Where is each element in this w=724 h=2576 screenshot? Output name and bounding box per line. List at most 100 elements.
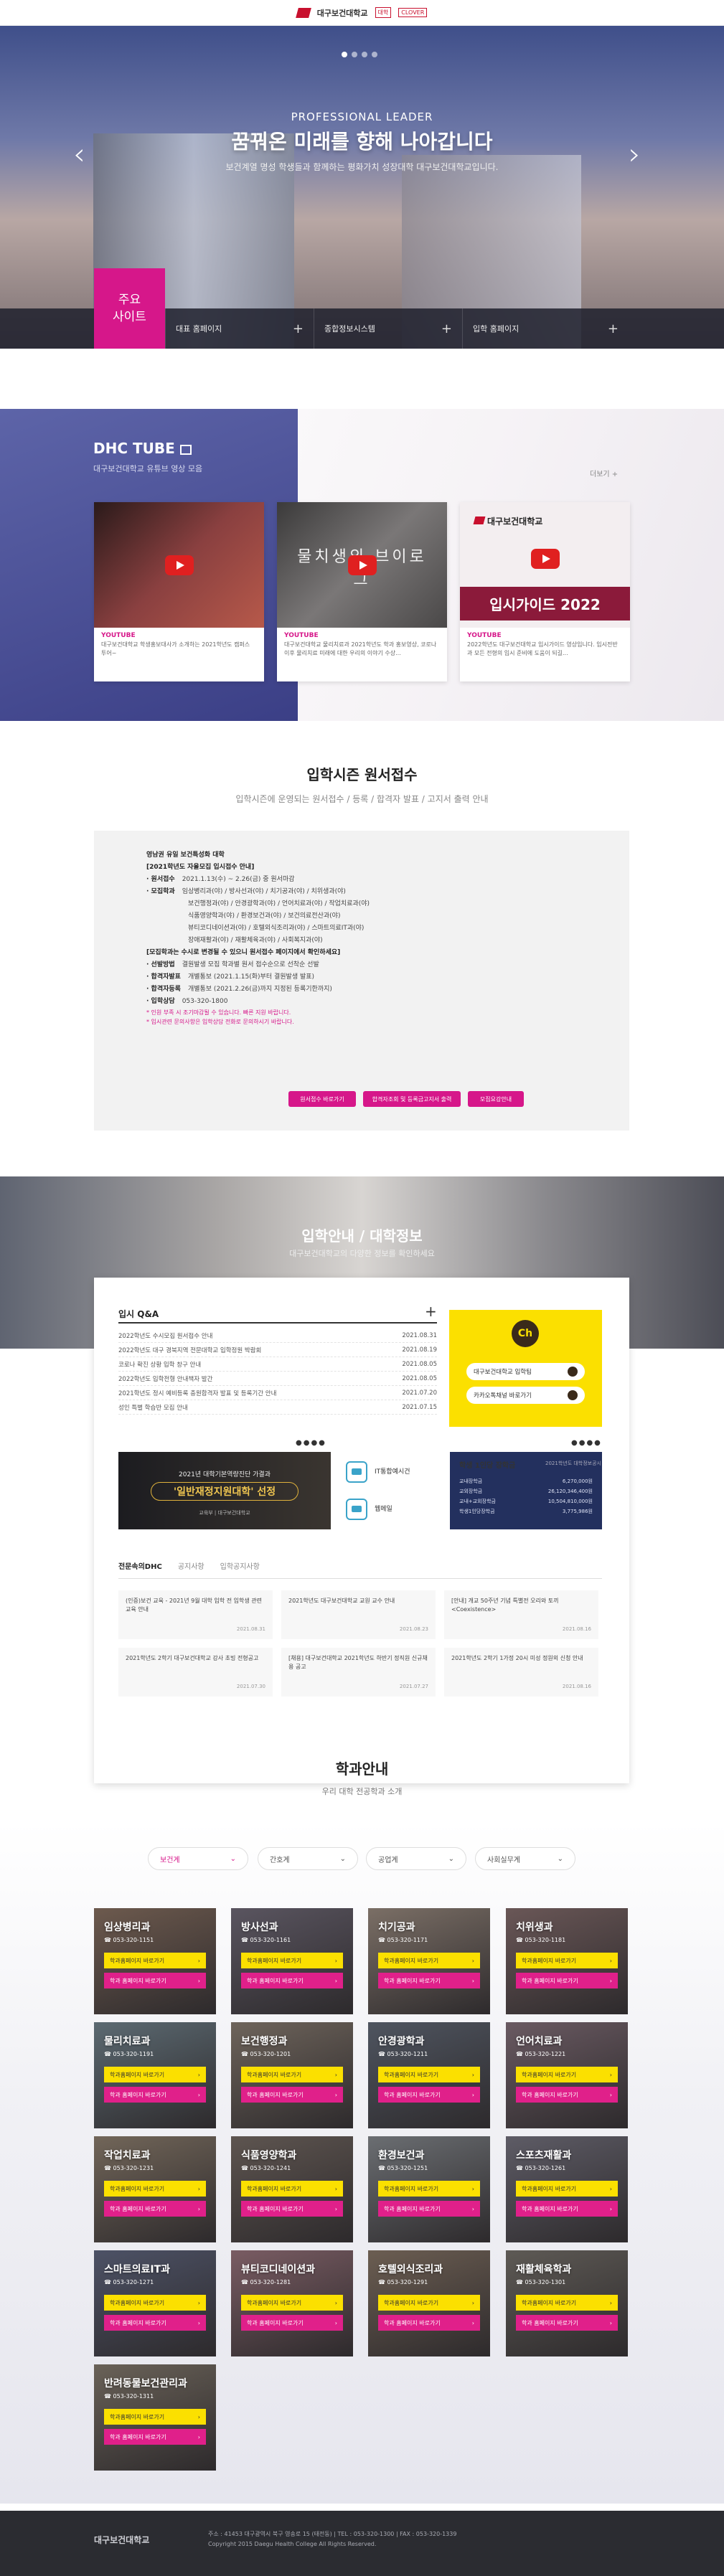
department-admission-button[interactable]: 학과 홈페이지 바로가기 › (104, 1973, 206, 1988)
department-card[interactable]: 보건행정과 ☎ 053-320-1201 학과홈페이지 바로가기 › 학과 홈페이지 바… (231, 2022, 353, 2128)
department-admission-button[interactable]: 학과 홈페이지 바로가기 › (516, 2315, 618, 2331)
banner-pagination[interactable]: ●●●● (296, 1439, 326, 1447)
quick-link-admission[interactable]: 입학 홈페이지 + (462, 308, 629, 349)
hero-pagination[interactable] (342, 52, 377, 57)
notice-card[interactable]: 2021학년도 대구보건대학교 교원 교수 안내 2021.08.23 (281, 1590, 436, 1639)
qa-item[interactable]: 2021학년도 정시 예비등록 충원합격자 발표 및 등록기간 안내 2021.0… (118, 1386, 437, 1400)
scholarship-pagination[interactable]: ●●●● (571, 1439, 602, 1447)
department-admission-button[interactable]: 학과 홈페이지 바로가기 › (104, 2201, 206, 2217)
result-button[interactable]: 합격자조회 및 등록금고지서 출력 (363, 1091, 461, 1107)
department-card[interactable]: 작업치료과 ☎ 053-320-1231 학과홈페이지 바로가기 › 학과 홈페이지 바… (94, 2136, 216, 2242)
department-card[interactable]: 환경보건과 ☎ 053-320-1251 학과홈페이지 바로가기 › 학과 홈페이지 바… (368, 2136, 490, 2242)
video-card[interactable]: 대구보건대학교 입시가이드 2022 YOUTUBE 2022학년도 대구보건대… (460, 502, 630, 681)
chevron-right-icon[interactable]: › (629, 136, 641, 171)
department-admission-button[interactable]: 학과 홈페이지 바로가기 › (241, 2087, 343, 2103)
department-card[interactable]: 스마트의료IT과 ☎ 053-320-1271 학과홈페이지 바로가기 › 학과 홈페이… (94, 2250, 216, 2356)
department-homepage-button[interactable]: 학과홈페이지 바로가기 › (241, 1953, 343, 1968)
quick-link-info-system[interactable]: 종합정보시스템 + (314, 308, 462, 349)
department-card[interactable]: 스포츠재활과 ☎ 053-320-1261 학과홈페이지 바로가기 › 학과 홈페이지 … (506, 2136, 628, 2242)
video-thumbnail[interactable] (94, 502, 264, 628)
video-thumbnail[interactable]: 대구보건대학교 입시가이드 2022 (460, 502, 630, 628)
department-admission-button[interactable]: 학과 홈페이지 바로가기 › (104, 2315, 206, 2331)
kakao-admission-team-button[interactable]: 대구보건대학교 입학팀 (466, 1363, 585, 1380)
notice-card[interactable]: 2021학년도 2학기 대구보건대학교 강사 초빙 전형공고 2021.07.30 (118, 1648, 273, 1697)
department-homepage-button[interactable]: 학과홈페이지 바로가기 › (104, 1953, 206, 1968)
department-card[interactable]: 방사선과 ☎ 053-320-1161 학과홈페이지 바로가기 › 학과 홈페이지 바로… (231, 1908, 353, 2014)
youtube-play-icon[interactable] (530, 548, 560, 569)
department-admission-button[interactable]: 학과 홈페이지 바로가기 › (104, 2429, 206, 2445)
youtube-play-icon[interactable] (164, 555, 194, 575)
department-homepage-button[interactable]: 학과홈페이지 바로가기 › (378, 1953, 480, 1968)
department-homepage-button[interactable]: 학과홈페이지 바로가기 › (104, 2181, 206, 2197)
department-card[interactable]: 치기공과 ☎ 053-320-1171 학과홈페이지 바로가기 › 학과 홈페이지 바로… (368, 1908, 490, 2014)
qa-item[interactable]: 2022학년도 수시모집 원서접수 안내 2021.08.31 (118, 1329, 437, 1343)
department-admission-button[interactable]: 학과 홈페이지 바로가기 › (516, 1973, 618, 1988)
filter-social[interactable]: 사회실무계 ⌄ (475, 1847, 575, 1870)
department-card[interactable]: 안경광학과 ☎ 053-320-1211 학과홈페이지 바로가기 › 학과 홈페이지 바… (368, 2022, 490, 2128)
notice-card[interactable]: [안내] 개교 50주년 기념 특별전 오리와 토끼 <Coexistence>… (444, 1590, 598, 1639)
notice-card[interactable]: 2021학년도 2학기 1가정 20시 미성 정원외 신청 안내 2021.08.… (444, 1648, 598, 1697)
youtube-play-icon[interactable] (347, 555, 377, 575)
department-homepage-button[interactable]: 학과홈페이지 바로가기 › (516, 2295, 618, 2311)
department-homepage-button[interactable]: 학과홈페이지 바로가기 › (516, 2067, 618, 2082)
qa-more-plus-icon[interactable]: + (425, 1303, 437, 1320)
notice-card[interactable]: [채용] 대구보건대학교 2021학년도 하반기 정직원 신규채용 공고 2021… (281, 1648, 436, 1697)
filter-nursing[interactable]: 간호계 ⌄ (258, 1847, 358, 1870)
department-card[interactable]: 임상병리과 ☎ 053-320-1151 학과홈페이지 바로가기 › 학과 홈페이지 바… (94, 1908, 216, 2014)
department-admission-button[interactable]: 학과 홈페이지 바로가기 › (241, 2315, 343, 2331)
department-card[interactable]: 호텔외식조리과 ☎ 053-320-1291 학과홈페이지 바로가기 › 학과 홈페이지… (368, 2250, 490, 2356)
qa-item[interactable]: 성인 특별 학습반 모집 안내 2021.07.15 (118, 1400, 437, 1415)
department-card[interactable]: 언어치료과 ☎ 053-320-1221 학과홈페이지 바로가기 › 학과 홈페이지 바… (506, 2022, 628, 2128)
tab-notice[interactable]: 공지사항 (178, 1560, 204, 1571)
notice-card[interactable]: (인증)보건 교육 - 2021년 9월 대학 입학 전 입학생 관련 교육 안… (118, 1590, 273, 1639)
school-name[interactable]: 대구보건대학교 (317, 7, 368, 19)
department-homepage-button[interactable]: 학과홈페이지 바로가기 › (516, 2181, 618, 2197)
qa-item[interactable]: 코로나 확진 상황 입학 창구 안내 2021.08.05 (118, 1357, 437, 1372)
department-card[interactable]: 재활체육학과 ☎ 053-320-1301 학과홈페이지 바로가기 › 학과 홈페이지 … (506, 2250, 628, 2356)
video-thumbnail[interactable]: 물치생의 브이로그 (277, 502, 447, 628)
filter-health[interactable]: 보건계 ⌄ (148, 1847, 248, 1870)
department-card[interactable]: 물리치료과 ☎ 053-320-1191 학과홈페이지 바로가기 › 학과 홈페이지 바… (94, 2022, 216, 2128)
department-admission-button[interactable]: 학과 홈페이지 바로가기 › (104, 2087, 206, 2103)
department-homepage-button[interactable]: 학과홈페이지 바로가기 › (241, 2295, 343, 2311)
qa-item[interactable]: 2022학년도 입학전형 안내책자 발간 2021.08.05 (118, 1372, 437, 1386)
guide-button[interactable]: 모집요강안내 (468, 1091, 524, 1107)
qa-item[interactable]: 2022학년도 대구 경북지역 전문대학교 입학정원 박람회 2021.08.19 (118, 1343, 437, 1357)
video-card[interactable]: YOUTUBE 대구보건대학교 학생홍보대사가 소개하는 2021학년도 캠퍼스… (94, 502, 264, 681)
department-admission-button[interactable]: 학과 홈페이지 바로가기 › (241, 2201, 343, 2217)
department-card[interactable]: 치위생과 ☎ 053-320-1181 학과홈페이지 바로가기 › 학과 홈페이지 바로… (506, 1908, 628, 2014)
school-logo-icon[interactable] (295, 7, 311, 18)
department-homepage-button[interactable]: 학과홈페이지 바로가기 › (378, 2295, 480, 2311)
department-card[interactable]: 뷰티코디네이션과 ☎ 053-320-1281 학과홈페이지 바로가기 › 학과 홈페이… (231, 2250, 353, 2356)
tab-admission-notice[interactable]: 입학공지사항 (220, 1560, 260, 1571)
department-homepage-button[interactable]: 학과홈페이지 바로가기 › (104, 2409, 206, 2425)
admission-note: * 입시관련 문의사항은 입학상담 전화로 문의하시기 바랍니다. (146, 1019, 294, 1025)
department-homepage-button[interactable]: 학과홈페이지 바로가기 › (516, 1953, 618, 1968)
tab-dhc-news[interactable]: 전문속의DHC (118, 1560, 162, 1571)
department-homepage-button[interactable]: 학과홈페이지 바로가기 › (104, 2295, 206, 2311)
filter-engineering[interactable]: 공업계 ⌄ (366, 1847, 466, 1870)
department-admission-button[interactable]: 학과 홈페이지 바로가기 › (378, 2201, 480, 2217)
department-admission-button[interactable]: 학과 홈페이지 바로가기 › (516, 2087, 618, 2103)
department-homepage-button[interactable]: 학과홈페이지 바로가기 › (378, 2181, 480, 2197)
department-admission-button[interactable]: 학과 홈페이지 바로가기 › (378, 1973, 480, 1988)
chevron-left-icon[interactable]: ‹ (73, 136, 85, 171)
department-admission-button[interactable]: 학과 홈페이지 바로가기 › (378, 2315, 480, 2331)
department-homepage-button[interactable]: 학과홈페이지 바로가기 › (241, 2067, 343, 2082)
video-card[interactable]: 물치생의 브이로그 YOUTUBE 대구보건대학교 물리치료과 2021학년도 … (277, 502, 447, 681)
department-card[interactable]: 식품영양학과 ☎ 053-320-1241 학과홈페이지 바로가기 › 학과 홈페이지 … (231, 2136, 353, 2242)
quick-link-main[interactable]: 대표 홈페이지 + (165, 308, 314, 349)
department-admission-button[interactable]: 학과 홈페이지 바로가기 › (241, 1973, 343, 1988)
department-admission-button[interactable]: 학과 홈페이지 바로가기 › (516, 2201, 618, 2217)
tube-more-link[interactable]: 더보기 + (590, 468, 618, 478)
department-homepage-button[interactable]: 학과홈페이지 바로가기 › (241, 2181, 343, 2197)
department-homepage-button[interactable]: 학과홈페이지 바로가기 › (378, 2067, 480, 2082)
department-card[interactable]: 반려동물보건관리과 ☎ 053-320-1311 학과홈페이지 바로가기 › 학과 홈페… (94, 2364, 216, 2471)
department-homepage-button[interactable]: 학과홈페이지 바로가기 › (104, 2067, 206, 2082)
apply-button[interactable]: 원서접수 바로가기 (288, 1091, 356, 1107)
webmail-link[interactable]: 웹메일 (342, 1491, 439, 1527)
department-admission-button[interactable]: 학과 홈페이지 바로가기 › (378, 2087, 480, 2103)
kakao-channel-button[interactable]: 카카오톡채널 바로가기 (466, 1387, 585, 1404)
it-service-link[interactable]: IT통합예시건 (342, 1454, 439, 1490)
chevron-right-icon: › (334, 2071, 337, 2078)
